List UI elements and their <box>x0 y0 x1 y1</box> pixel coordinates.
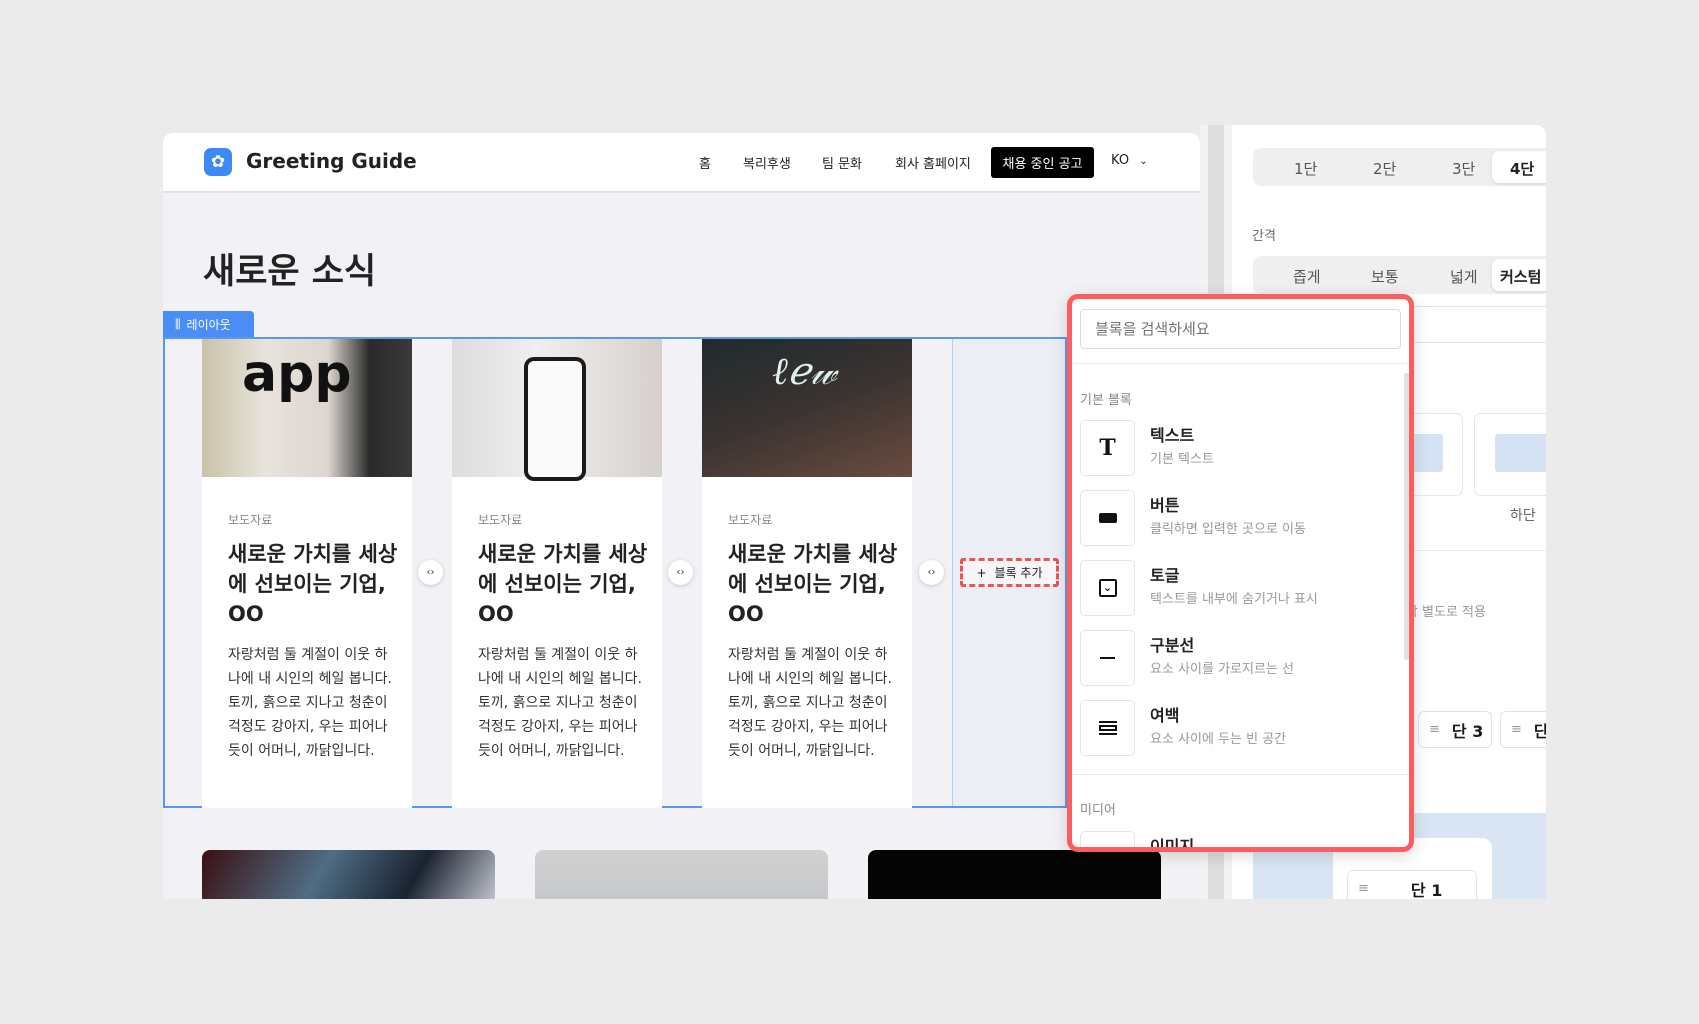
plus-icon: + <box>976 565 987 580</box>
block-item-spacer[interactable]: 여백요소 사이에 두는 빈 공간 <box>1080 700 1380 756</box>
language-label: KO <box>1111 153 1130 168</box>
position-bottom-option[interactable] <box>1474 413 1546 496</box>
columns-4[interactable]: 4단 <box>1492 151 1546 183</box>
site-header: ✿ Greeting Guide 홈 복리후생 팀 문화 회사 홈페이지 채용 … <box>163 133 1200 193</box>
nav-culture[interactable]: 팀 문화 <box>822 153 862 172</box>
section-basic-label: 기본 블록 <box>1080 393 1132 408</box>
card-title: 새로운 가치를 세상에 선보이는 기업, OO <box>728 542 898 626</box>
card-image <box>452 339 662 481</box>
divider-icon <box>1080 630 1135 686</box>
card-body: 자랑처럼 둘 계절이 이웃 하나에 내 시인의 헤일 봅니다. 토끼, 흙으로 … <box>478 647 642 759</box>
nav-company[interactable]: 회사 홈페이지 <box>895 153 971 172</box>
card-category: 보도자료 <box>728 513 773 527</box>
card-title: 새로운 가치를 세상에 선보이는 기업, OO <box>478 542 648 626</box>
text-icon: T <box>1080 420 1135 476</box>
gap-label: 간격 <box>1252 229 1276 244</box>
chevron-down-icon: ⌄ <box>1139 156 1148 167</box>
brand-name: Greeting Guide <box>246 149 417 173</box>
language-select[interactable]: KO ⌄ <box>1111 153 1148 168</box>
item-title: 여백 <box>1150 706 1180 725</box>
block-picker-popup: 기본 블록 T 텍스트기본 텍스트 버튼클릭하면 입력한 곳으로 이동 ⌄ 토글텍스… <box>1067 294 1414 852</box>
gap-segmented-control: 좁게 보통 넓게 커스텀 <box>1253 256 1546 294</box>
columns-segmented-control: 1단 2단 3단 4단 <box>1253 148 1546 186</box>
site-preview: ✿ Greeting Guide 홈 복리후생 팀 문화 회사 홈페이지 채용 … <box>163 133 1200 899</box>
news-image <box>202 850 495 899</box>
column-chip[interactable]: ≡ 단 1 <box>1347 870 1477 899</box>
news-card[interactable]: ℓℯ𝓌 보도자료 새로운 가치를 세상에 선보이는 기업, OO 자랑처럼 둘 … <box>702 339 912 808</box>
block-item-button[interactable]: 버튼클릭하면 입력한 곳으로 이동 <box>1080 490 1380 546</box>
chip-label: 단 1 <box>1410 880 1443 900</box>
layout-tag-label: 레이아웃 <box>186 317 231 332</box>
popup-scrollbar[interactable] <box>1404 373 1409 660</box>
gap-narrow[interactable]: 좁게 <box>1293 266 1321 287</box>
add-block-button[interactable]: + 블록 추가 <box>960 558 1059 587</box>
drag-handle-icon: ≡ <box>1358 881 1369 896</box>
card-body: 자랑처럼 둘 계절이 이웃 하나에 내 시인의 헤일 봅니다. 토끼, 흙으로 … <box>728 647 892 759</box>
position-bottom-label: 하단 <box>1510 508 1536 524</box>
item-title: 토글 <box>1150 566 1180 585</box>
resize-handle-icon[interactable]: ‹› <box>668 560 693 585</box>
column-chip[interactable]: ≡ 단 3 <box>1418 711 1492 748</box>
block-item-text[interactable]: T 텍스트기본 텍스트 <box>1080 420 1380 476</box>
columns-2[interactable]: 2단 <box>1373 158 1396 179</box>
chip-label: 단 3 <box>1451 721 1484 741</box>
gap-normal[interactable]: 보통 <box>1371 266 1399 287</box>
item-desc: 요소 사이에 두는 빈 공간 <box>1150 732 1287 747</box>
drag-handle-icon: ≡ <box>1429 722 1440 737</box>
divider <box>1072 774 1409 775</box>
item-title: 이미지 <box>1150 837 1195 852</box>
item-desc: 기본 텍스트 <box>1150 452 1214 467</box>
logo-icon: ✿ <box>204 148 232 176</box>
add-block-label: 블록 추가 <box>994 566 1043 580</box>
item-desc: 요소 사이를 가로지르는 선 <box>1150 662 1294 677</box>
item-desc: 텍스트를 내부에 숨기거나 표시 <box>1150 592 1318 607</box>
item-title: 구분선 <box>1150 636 1195 655</box>
block-item-toggle[interactable]: ⌄ 토글텍스트를 내부에 숨기거나 표시 <box>1080 560 1380 616</box>
section-media-label: 미디어 <box>1080 803 1116 818</box>
image-icon <box>1080 831 1135 847</box>
gap-wide[interactable]: 넓게 <box>1450 266 1478 287</box>
card-category: 보도자료 <box>228 513 273 527</box>
card-category: 보도자료 <box>478 513 523 527</box>
card-title: 새로운 가치를 세상에 선보이는 기업, OO <box>228 542 398 626</box>
button-icon <box>1080 490 1135 546</box>
column-chip[interactable]: ≡ 단 4 <box>1500 711 1546 748</box>
card-body: 자랑처럼 둘 계절이 이웃 하나에 내 시인의 헤일 봅니다. 토끼, 흙으로 … <box>228 647 392 759</box>
news-image <box>535 850 828 899</box>
item-title: 버튼 <box>1150 496 1180 515</box>
drag-handle-icon: ≡ <box>1511 722 1522 737</box>
jobs-button[interactable]: 채용 중인 공고 <box>991 147 1094 178</box>
nav-home[interactable]: 홈 <box>699 153 711 172</box>
card-image: app <box>202 339 412 477</box>
card-image: ℓℯ𝓌 <box>702 339 912 477</box>
nav-benefits[interactable]: 복리후생 <box>743 153 791 172</box>
chip-label: 단 4 <box>1533 721 1546 741</box>
news-card[interactable]: app 보도자료 새로운 가치를 세상에 선보이는 기업, OO 자랑처럼 둘 … <box>202 339 412 808</box>
spacer-icon <box>1080 700 1135 756</box>
item-title: 텍스트 <box>1150 426 1195 445</box>
news-card[interactable]: 보도자료 새로운 가치를 세상에 선보이는 기업, OO 자랑처럼 둘 계절이 … <box>452 339 662 808</box>
block-item-divider[interactable]: 구분선요소 사이를 가로지르는 선 <box>1080 630 1380 686</box>
block-item-image[interactable]: 이미지 <box>1080 831 1380 852</box>
toggle-icon: ⌄ <box>1080 560 1135 616</box>
resize-handle-icon[interactable]: ‹› <box>418 560 443 585</box>
gap-custom[interactable]: 커스텀 <box>1492 259 1546 291</box>
item-desc: 클릭하면 입력한 곳으로 이동 <box>1150 522 1306 537</box>
layout-icon: ⫼ <box>175 316 181 331</box>
resize-handle-icon[interactable]: ‹› <box>919 560 944 585</box>
divider <box>1072 363 1409 364</box>
columns-1[interactable]: 1단 <box>1294 158 1317 179</box>
columns-3[interactable]: 3단 <box>1452 158 1475 179</box>
layout-tag[interactable]: ⫼ 레이아웃 <box>163 311 254 337</box>
block-search-input[interactable] <box>1080 309 1401 349</box>
news-image <box>868 850 1161 899</box>
page-title: 새로운 소식 <box>203 252 377 292</box>
